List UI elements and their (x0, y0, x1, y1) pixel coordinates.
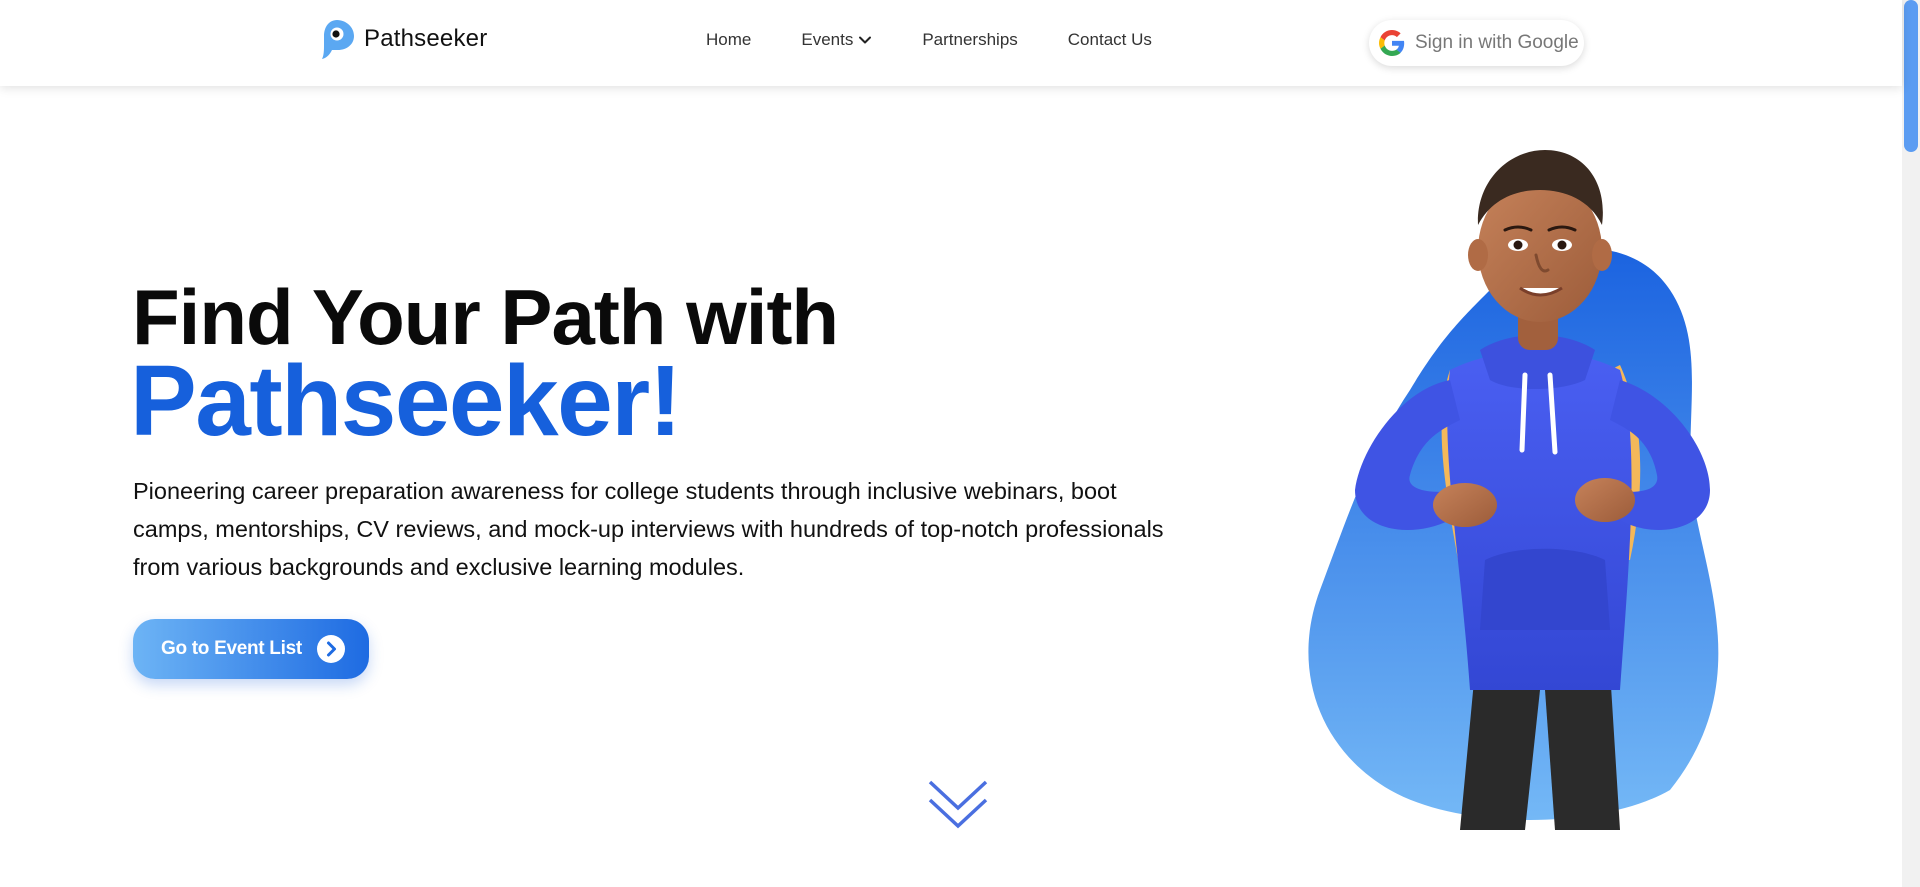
hero-title-line2: Pathseeker! (130, 345, 682, 457)
nav-events-dropdown[interactable]: Events (801, 30, 872, 50)
nav-home-label: Home (706, 30, 752, 49)
nav-home[interactable]: Home (706, 30, 751, 50)
chevron-right-circle-icon (316, 635, 345, 663)
scrollbar-thumb[interactable] (1904, 0, 1918, 152)
hero-description: Pioneering career preparation awareness … (133, 478, 1164, 580)
chevron-down-icon (859, 36, 872, 44)
pathseeker-logo-icon (322, 20, 354, 59)
page-scrollbar[interactable] (1902, 0, 1920, 887)
go-to-event-list-button[interactable]: Go to Event List (133, 619, 369, 679)
student-illustration (1308, 150, 1719, 830)
top-navbar: Pathseeker Home Events Partnerships Cont… (0, 0, 1902, 86)
google-icon (1379, 30, 1405, 56)
nav-partnerships[interactable]: Partnerships (922, 30, 1017, 50)
main-nav: Home Events Partnerships Contact Us (706, 30, 1202, 50)
google-button-label: Sign in with Google (1415, 32, 1579, 53)
nav-contact-label: Contact Us (1067, 30, 1152, 49)
nav-events-label: Events (801, 30, 854, 49)
sign-in-with-google-button[interactable]: Sign in with Google (1369, 20, 1584, 66)
double-chevron-down-icon[interactable] (928, 780, 988, 832)
nav-partnerships-label: Partnerships (922, 30, 1018, 49)
nav-contact-us[interactable]: Contact Us (1068, 30, 1152, 50)
brand[interactable]: Pathseeker (318, 18, 487, 60)
brand-name: Pathseeker (364, 25, 488, 52)
cta-label: Go to Event List (161, 638, 302, 659)
